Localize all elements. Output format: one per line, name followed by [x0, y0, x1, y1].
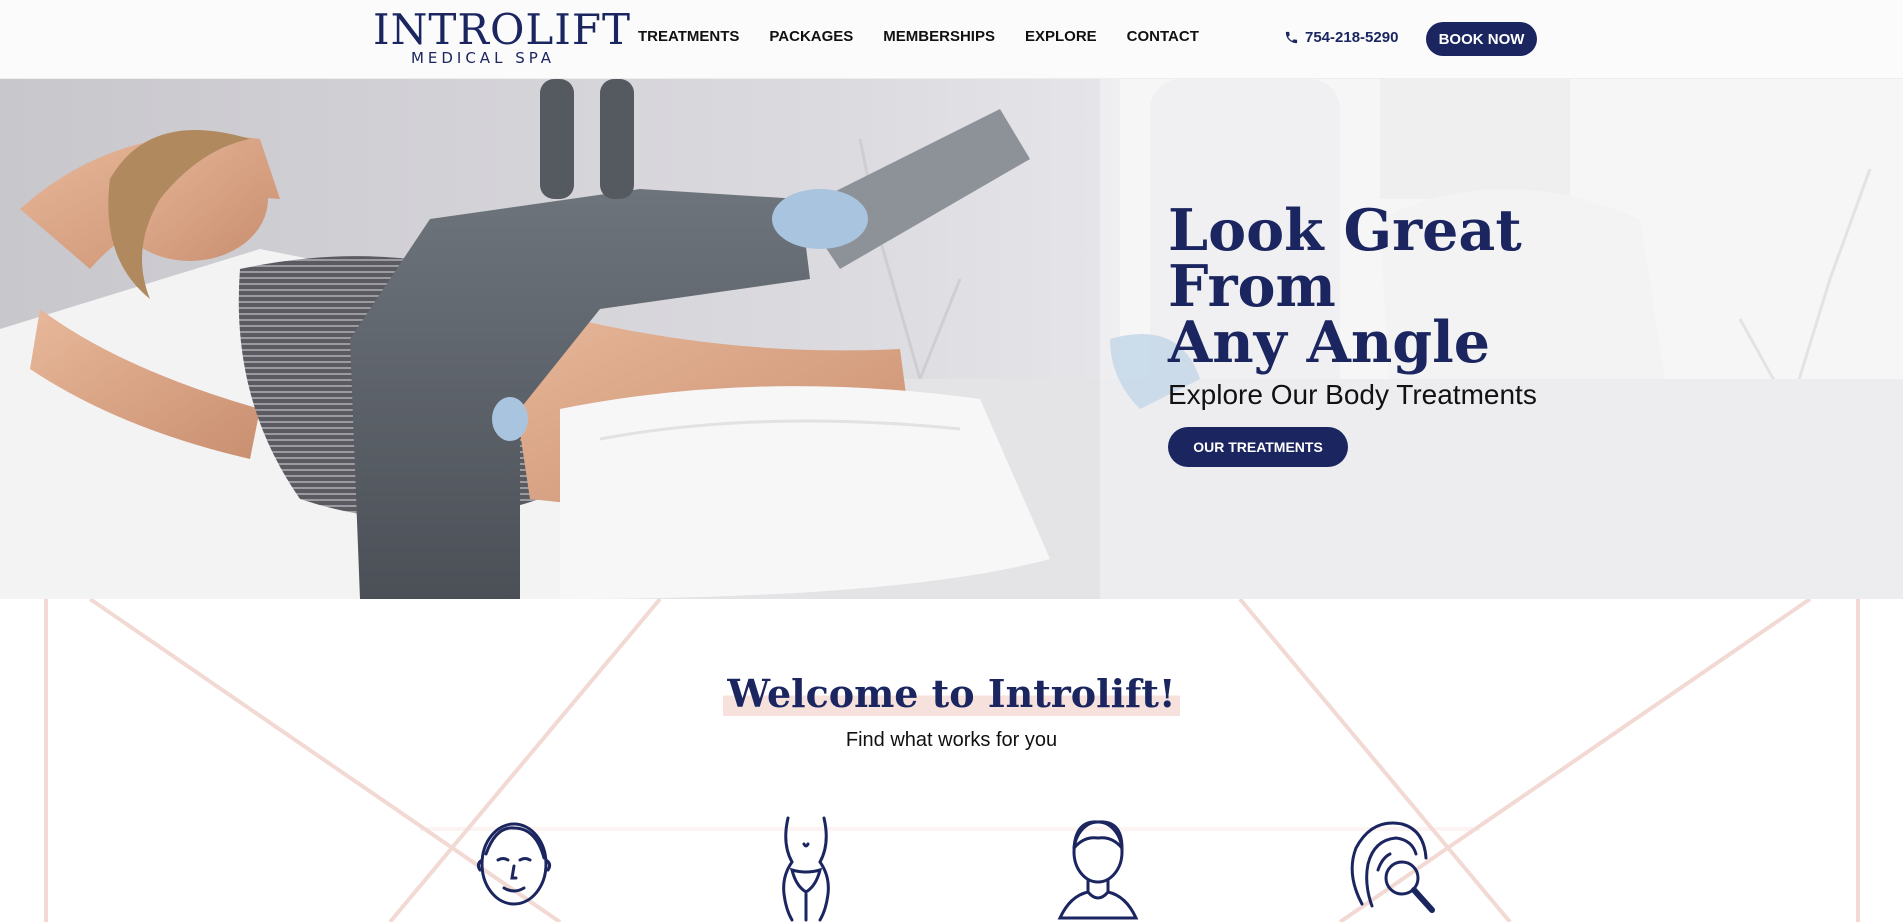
logo-name: INTROLIFT — [373, 5, 632, 54]
phone-link[interactable]: 754-218-5290 — [1284, 29, 1398, 46]
our-treatments-button[interactable]: OUR TREATMENTS — [1168, 427, 1348, 467]
body-icon — [782, 816, 830, 922]
category-men[interactable] — [1050, 814, 1146, 922]
site-header: INTROLIFT MEDICAL SPA TREATMENTS PACKAGE… — [0, 0, 1903, 79]
welcome-title-text: Welcome to Introlift! — [723, 671, 1180, 716]
nav-packages[interactable]: PACKAGES — [769, 28, 853, 45]
man-icon — [1057, 820, 1139, 920]
hero-banner: Look Great From Any Angle Explore Our Bo… — [0, 79, 1903, 599]
welcome-title: Welcome to Introlift! — [0, 671, 1903, 716]
category-body[interactable] — [758, 814, 854, 922]
hero-subtitle: Explore Our Body Treatments — [1168, 379, 1537, 410]
nav-treatments[interactable]: TREATMENTS — [638, 28, 739, 45]
category-face[interactable] — [466, 814, 562, 922]
nav-explore[interactable]: EXPLORE — [1025, 28, 1097, 45]
welcome-subtitle: Find what works for you — [845, 729, 1058, 751]
decorative-lines — [44, 599, 1860, 922]
book-now-button[interactable]: BOOK NOW — [1426, 22, 1537, 56]
phone-icon — [1285, 31, 1298, 44]
welcome-section: Welcome to Introlift! Find what works fo… — [0, 599, 1903, 922]
nav-memberships[interactable]: MEMBERSHIPS — [883, 28, 995, 45]
main-nav: TREATMENTS PACKAGES MEMBERSHIPS EXPLORE … — [638, 28, 1229, 45]
category-hair[interactable] — [1342, 814, 1438, 922]
hero-copy: Look Great From Any Angle Explore Our Bo… — [1168, 197, 1688, 467]
hair-search-icon — [1350, 821, 1435, 913]
face-icon — [476, 822, 552, 906]
phone-number: 754-218-5290 — [1305, 29, 1399, 46]
hero-title: Look Great From Any Angle — [1168, 197, 1522, 376]
logo[interactable]: INTROLIFT MEDICAL SPA — [373, 5, 632, 67]
nav-contact[interactable]: CONTACT — [1127, 28, 1199, 45]
